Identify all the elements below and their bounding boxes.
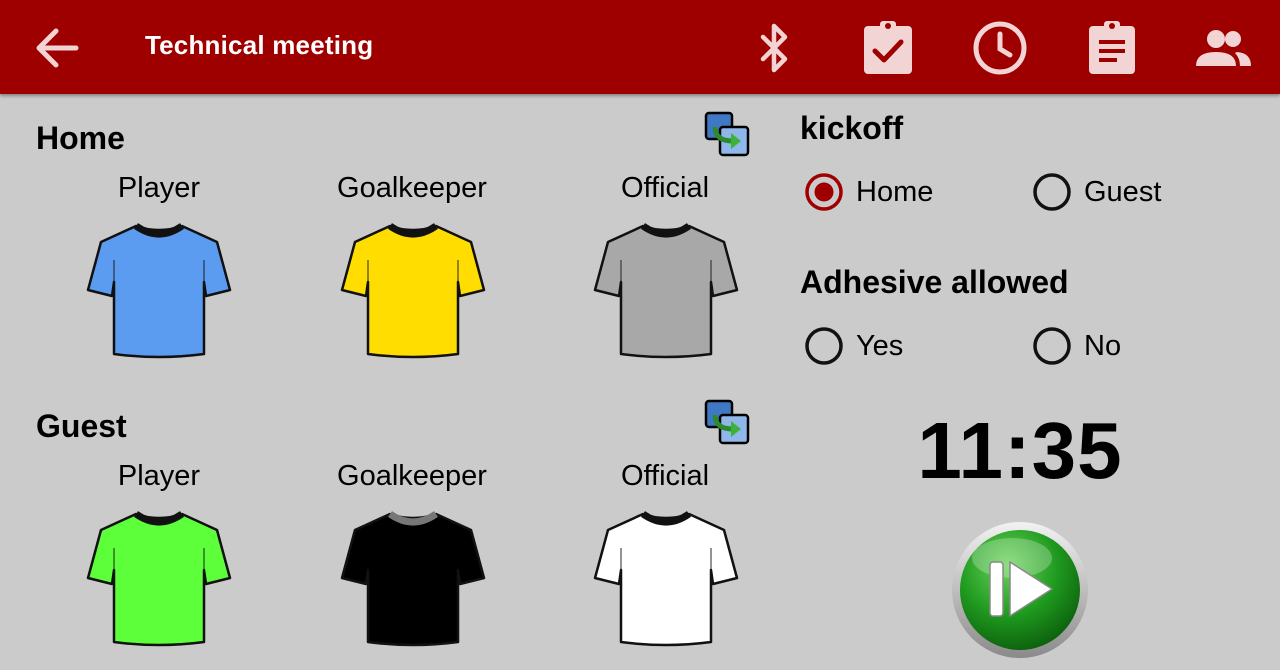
home-goalkeeper-shirt[interactable] [338, 212, 488, 362]
guest-player-shirt[interactable] [84, 500, 234, 650]
adhesive-yes-radio[interactable] [804, 326, 844, 366]
kickoff-title: kickoff [800, 110, 904, 146]
play-next-icon[interactable] [950, 520, 1090, 660]
app-bar: Technical meeting [0, 0, 1280, 94]
adhesive-yes-label[interactable]: Yes [856, 330, 903, 363]
people-icon[interactable] [1193, 18, 1253, 78]
guest-player-label: Player [117, 460, 201, 492]
page-title: Technical meeting [145, 30, 374, 60]
adhesive-title: Adhesive allowed [800, 264, 1069, 300]
kickoff-guest-radio[interactable] [1032, 172, 1072, 212]
guest-goalkeeper-shirt[interactable] [338, 500, 488, 650]
kickoff-guest-label[interactable]: Guest [1084, 176, 1161, 209]
bluetooth-icon[interactable] [744, 18, 804, 78]
kickoff-home-radio[interactable] [804, 172, 844, 212]
adhesive-no-label[interactable]: No [1084, 330, 1121, 363]
timer-display: 11:35 [917, 406, 1123, 495]
home-official-label: Official [620, 172, 710, 204]
home-official-shirt[interactable] [591, 212, 741, 362]
home-section-title: Home [36, 120, 125, 156]
swap-colors-icon[interactable] [703, 398, 751, 446]
clock-icon[interactable] [970, 18, 1030, 78]
back-arrow-icon[interactable] [30, 24, 82, 72]
guest-section-title: Guest [36, 408, 127, 444]
guest-goalkeeper-label: Goalkeeper [337, 460, 487, 492]
swap-colors-icon[interactable] [703, 110, 751, 158]
kickoff-home-label[interactable]: Home [856, 176, 933, 209]
clipboard-list-icon[interactable] [1082, 18, 1142, 78]
guest-official-label: Official [620, 460, 710, 492]
home-player-shirt[interactable] [84, 212, 234, 362]
adhesive-no-radio[interactable] [1032, 326, 1072, 366]
home-goalkeeper-label: Goalkeeper [337, 172, 487, 204]
clipboard-check-icon[interactable] [858, 18, 918, 78]
home-player-label: Player [117, 172, 201, 204]
guest-official-shirt[interactable] [591, 500, 741, 650]
